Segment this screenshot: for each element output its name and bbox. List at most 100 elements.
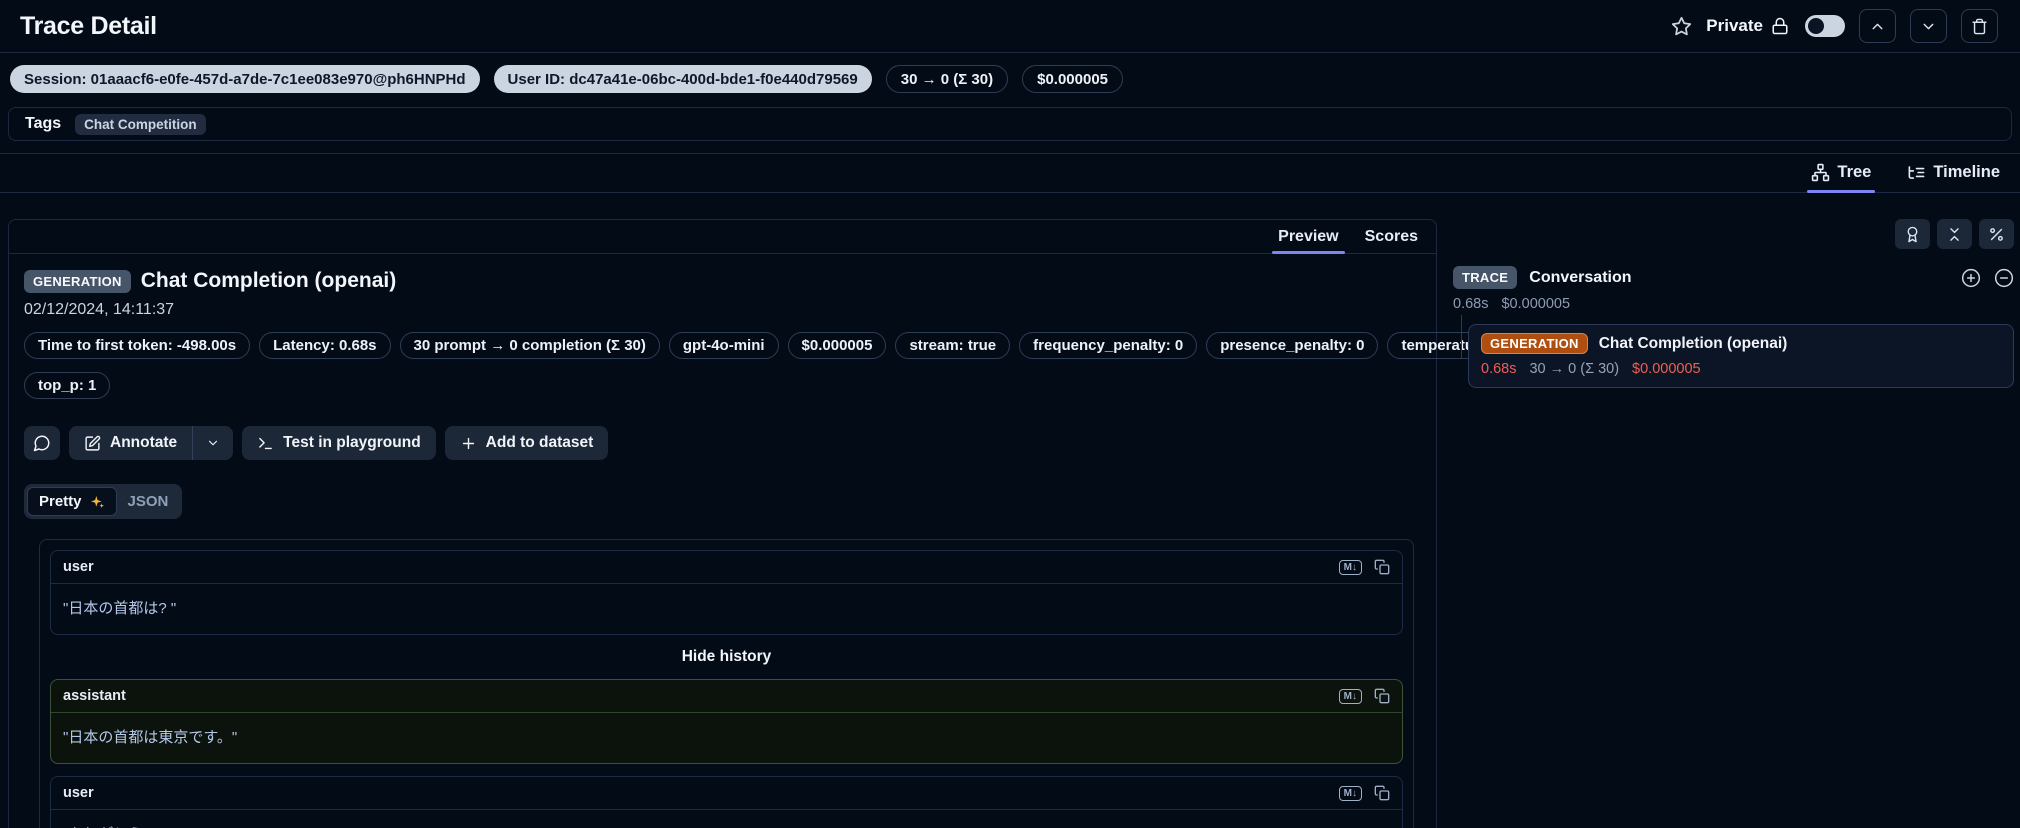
copy-icon[interactable] — [1374, 559, 1390, 575]
metric-stream: stream: true — [895, 332, 1011, 359]
comment-button[interactable] — [24, 426, 60, 460]
tab-tree[interactable]: Tree — [1807, 154, 1876, 193]
trace-type-badge: TRACE — [1453, 266, 1518, 289]
award-icon — [1904, 226, 1921, 243]
delete-trace-button[interactable] — [1961, 9, 1998, 43]
observation-header: GENERATION Chat Completion (openai) — [24, 269, 1420, 293]
privacy-status: Private — [1706, 16, 1789, 36]
plus-icon — [460, 435, 477, 452]
scores-toggle-button[interactable] — [1895, 219, 1930, 249]
metric-presence-penalty: presence_penalty: 0 — [1206, 332, 1379, 359]
message-header-icons: M↓ — [1338, 785, 1390, 801]
metric-badges-row-1: Time to first token: -498.00s Latency: 0… — [24, 332, 1520, 359]
star-icon — [1671, 16, 1692, 37]
message-role: assistant — [63, 688, 126, 704]
generation-node-tokens: 30 → 0 (Σ 30) — [1529, 361, 1620, 377]
metric-token-usage: 30 prompt → 0 completion (Σ 30) — [399, 332, 660, 359]
token-usage-badge: 30 → 0 (Σ 30) — [885, 65, 1009, 93]
trace-detail-page: Trace Detail Private Session: 01aaacf6-e… — [0, 0, 2020, 828]
metric-time-to-first-token: Time to first token: -498.00s — [24, 332, 251, 359]
copy-icon[interactable] — [1374, 785, 1390, 801]
tab-scores[interactable]: Scores — [1365, 220, 1418, 253]
generation-node-card[interactable]: GENERATION Chat Completion (openai) 0.68… — [1468, 324, 2014, 388]
annotate-label: Annotate — [110, 434, 178, 451]
content-area: Preview Scores GENERATION Chat Completio… — [0, 219, 2020, 828]
add-to-dataset-label: Add to dataset — [485, 434, 594, 451]
tab-timeline-label: Timeline — [1933, 163, 2000, 181]
session-badge[interactable]: Session: 01aaacf6-e0fe-457d-a7de-7c1ee08… — [10, 65, 480, 93]
collapse-all-circle-icon[interactable] — [1994, 268, 2014, 288]
top-bar: Trace Detail Private — [0, 0, 2020, 52]
tree-child-nodes: GENERATION Chat Completion (openai) 0.68… — [1453, 315, 2014, 388]
trace-id-badges: Session: 01aaacf6-e0fe-457d-a7de-7c1ee08… — [0, 53, 2020, 103]
annotate-button[interactable]: Annotate — [69, 426, 193, 460]
trace-tree-panel: TRACE Conversation 0.68s $0.000005 GENER… — [1453, 219, 2014, 388]
message-header-icons: M↓ — [1338, 559, 1390, 575]
test-in-playground-label: Test in playground — [283, 434, 421, 451]
privacy-label: Private — [1706, 16, 1763, 35]
metric-model[interactable]: gpt-4o-mini — [668, 332, 779, 359]
tag-chip[interactable]: Chat Competition — [75, 113, 206, 135]
metrics-percent-button[interactable] — [1979, 219, 2014, 249]
expand-all-icon[interactable] — [1961, 268, 1981, 288]
message-content: "ありがとう" — [51, 810, 1402, 828]
metric-badges-row-2: top_p: 1 — [24, 372, 1420, 399]
page-title: Trace Detail — [20, 11, 157, 40]
tree-icon — [1811, 163, 1830, 182]
generation-node-type-badge: GENERATION — [1481, 333, 1588, 354]
message-card-user-2: user M↓ "ありがとう" — [50, 776, 1403, 828]
metric-latency: Latency: 0.68s — [259, 332, 391, 359]
generation-node-latency: 0.68s — [1481, 361, 1517, 377]
user-id-badge[interactable]: User ID: dc47a41e-06bc-400d-bde1-f0e440d… — [493, 65, 872, 93]
hide-history-button[interactable]: Hide history — [50, 648, 1403, 666]
markdown-toggle-icon[interactable]: M↓ — [1338, 688, 1362, 704]
tab-preview[interactable]: Preview — [1272, 220, 1346, 254]
message-header: user M↓ — [51, 777, 1402, 810]
chevron-up-icon — [1869, 18, 1886, 35]
trace-latency: 0.68s — [1453, 296, 1489, 312]
tags-bar: Tags Chat Competition — [8, 107, 2012, 141]
lock-icon — [1771, 17, 1789, 35]
message-card-user-1: user M↓ "日本の首都は? " — [50, 550, 1403, 635]
add-to-dataset-button[interactable]: Add to dataset — [444, 426, 609, 460]
annotate-dropdown-button[interactable] — [193, 426, 234, 460]
message-header: user M↓ — [51, 551, 1402, 584]
collapse-all-button[interactable] — [1937, 219, 1972, 249]
format-pretty-segment[interactable]: Pretty — [27, 487, 117, 516]
message-header-icons: M↓ — [1338, 688, 1390, 704]
timeline-icon — [1907, 163, 1926, 182]
observation-body: GENERATION Chat Completion (openai) 02/1… — [9, 254, 1520, 828]
message-role: user — [63, 559, 94, 575]
message-content: "日本の首都は? " — [63, 600, 177, 617]
tags-label: Tags — [25, 115, 62, 132]
metric-top-p: top_p: 1 — [24, 372, 111, 399]
trace-metrics: 0.68s $0.000005 — [1453, 296, 2014, 312]
format-pretty-label: Pretty — [39, 493, 82, 510]
observation-title: Chat Completion (openai) — [140, 269, 397, 292]
bookmark-star-button[interactable] — [1671, 16, 1692, 37]
chevrons-collapse-icon — [1946, 226, 1963, 243]
trash-icon — [1971, 18, 1988, 35]
trace-title: Conversation — [1529, 268, 1632, 286]
tree-connector-line — [1461, 315, 1462, 359]
metric-cost: $0.000005 — [787, 332, 887, 359]
test-in-playground-button[interactable]: Test in playground — [242, 426, 436, 460]
copy-icon[interactable] — [1374, 688, 1390, 704]
markdown-toggle-icon[interactable]: M↓ — [1338, 559, 1362, 575]
io-format-toggle: Pretty JSON — [24, 484, 183, 519]
generation-node-metrics: 0.68s 30 → 0 (Σ 30) $0.000005 — [1481, 361, 2001, 377]
toggle-knob — [1808, 18, 1824, 34]
annotate-pen-icon — [84, 435, 101, 452]
previous-trace-button[interactable] — [1859, 9, 1896, 43]
trace-root-row[interactable]: TRACE Conversation — [1453, 266, 2014, 289]
view-tabs: Tree Timeline — [0, 153, 2020, 193]
markdown-toggle-icon[interactable]: M↓ — [1338, 785, 1362, 801]
public-toggle[interactable] — [1805, 15, 1845, 37]
chevron-down-icon — [206, 436, 220, 450]
next-trace-button[interactable] — [1910, 9, 1947, 43]
tab-timeline[interactable]: Timeline — [1903, 154, 2004, 192]
cost-badge: $0.000005 — [1022, 65, 1124, 93]
format-json-segment[interactable]: JSON — [117, 488, 180, 515]
panel-tabs: Preview Scores — [9, 220, 1436, 254]
action-buttons: Annotate Test in playground Add to datas… — [24, 426, 1420, 460]
